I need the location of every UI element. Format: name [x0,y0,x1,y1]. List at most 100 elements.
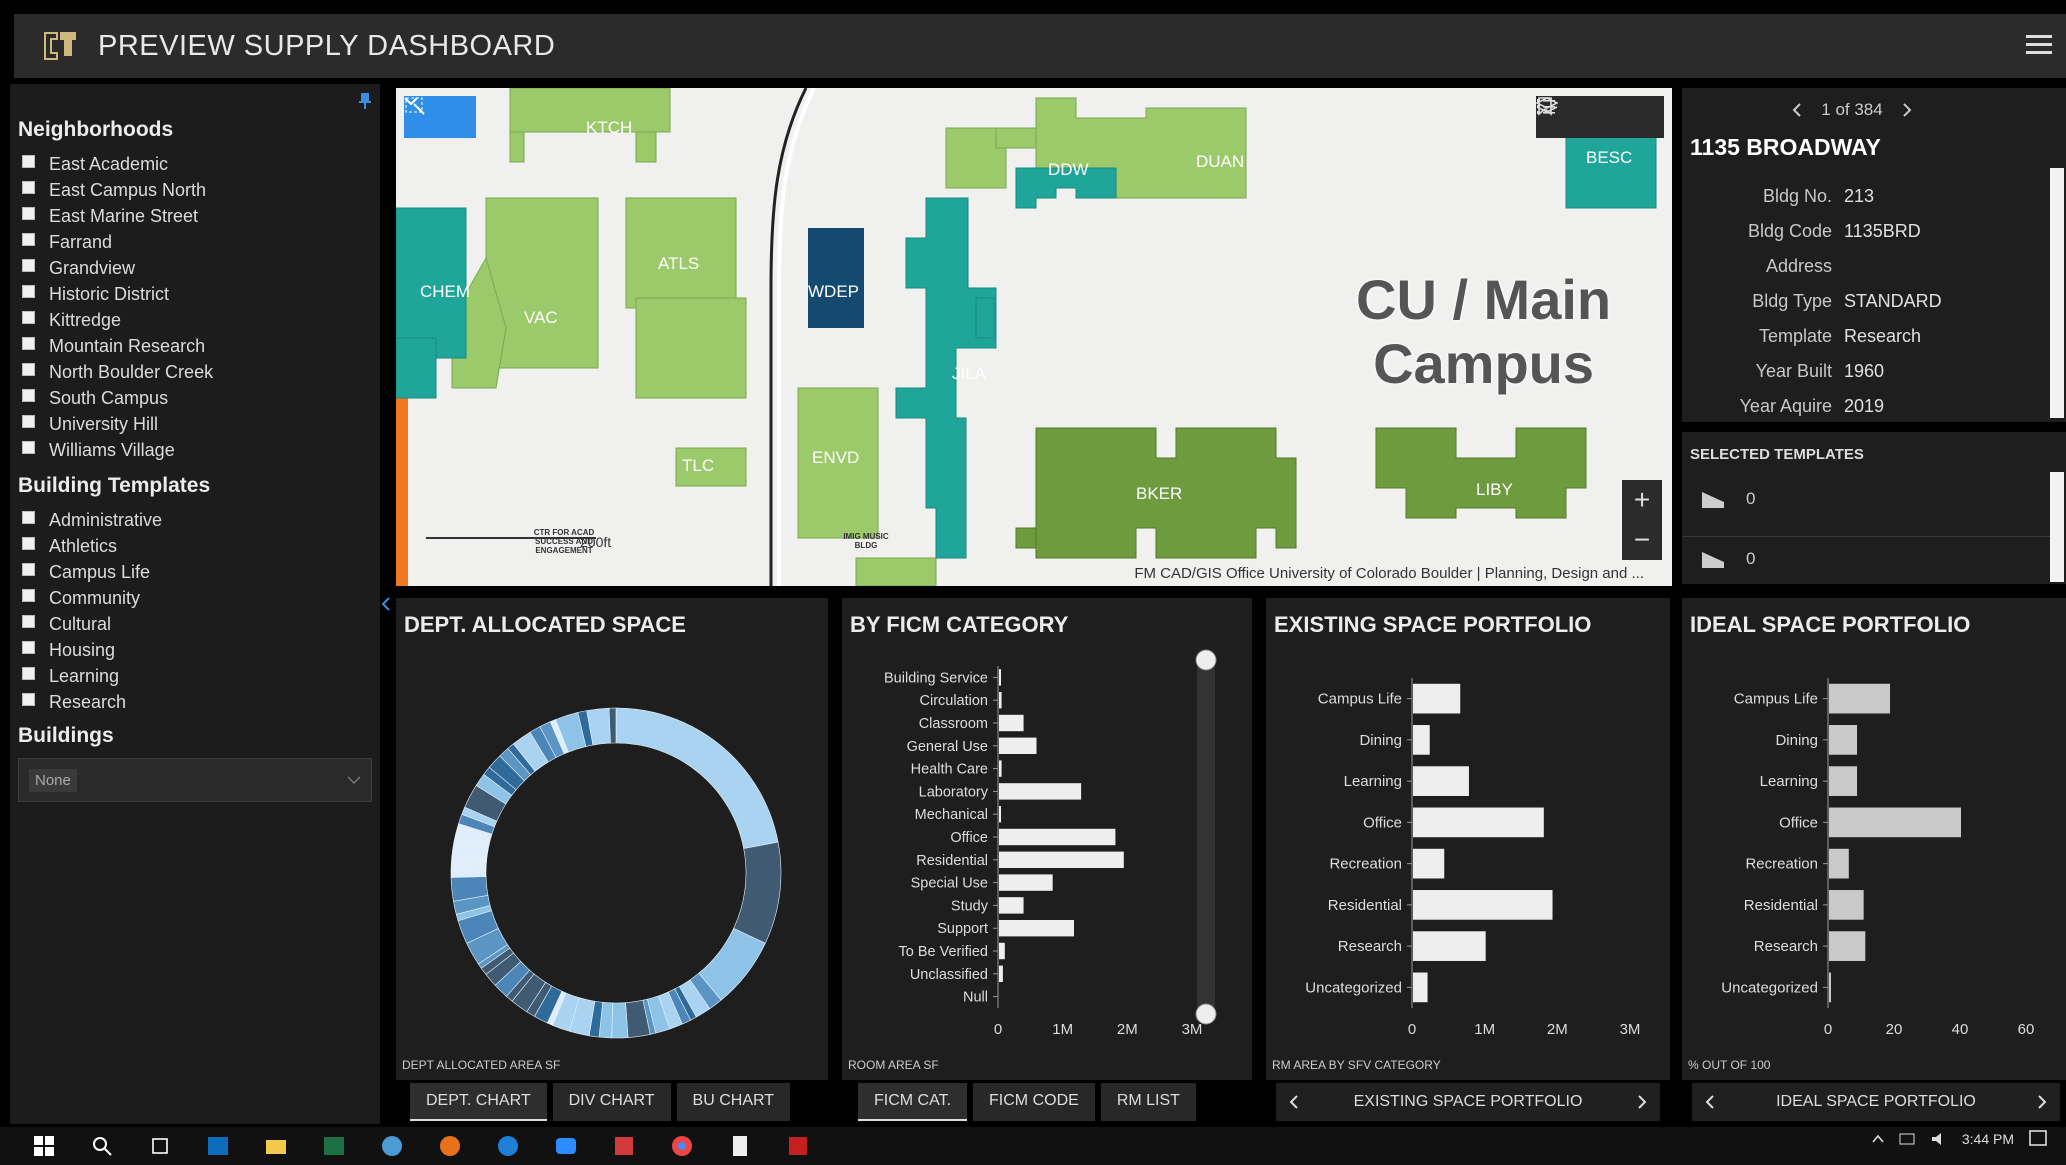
bar[interactable] [1829,972,1831,1003]
bar[interactable] [999,783,1082,800]
chrome-icon[interactable] [668,1132,696,1160]
neighborhood-south-campus[interactable]: South Campus [22,386,168,410]
checkbox[interactable] [22,562,35,576]
tab-ficm-cat[interactable]: FICM CAT. [858,1083,968,1121]
checkbox[interactable] [22,258,35,272]
clock[interactable]: 3:44 PM [1962,1131,2014,1148]
document-icon[interactable] [726,1132,754,1160]
bar[interactable] [1829,725,1858,755]
bar[interactable] [999,851,1124,869]
donut-slice[interactable] [733,841,782,944]
neighborhood-kittredge[interactable]: Kittredge [22,308,121,332]
tab-rm-list[interactable]: RM LIST [1100,1083,1196,1121]
checkbox[interactable] [22,440,35,454]
template-community[interactable]: Community [22,586,140,610]
pin-icon[interactable] [358,92,372,110]
checkbox[interactable] [22,536,35,550]
bar[interactable] [999,828,1116,846]
dept-donut-chart[interactable] [396,648,828,1048]
ideal-bar-chart[interactable]: Campus Life Dining Learning Office Recreatio… [1682,648,2066,1048]
bar[interactable] [1413,890,1553,920]
neighborhood-grandview[interactable]: Grandview [22,256,135,280]
bar[interactable] [1413,683,1461,714]
donut-slice[interactable] [608,707,617,744]
range-slider-handle[interactable] [1195,649,1217,671]
neighborhood-university-hill[interactable]: University Hill [22,412,158,436]
bar[interactable] [1413,848,1445,879]
red-app-icon[interactable] [610,1132,638,1160]
template-athletics[interactable]: Athletics [22,534,117,558]
templates-scrollbar[interactable] [2050,472,2064,582]
excel-icon[interactable] [320,1132,348,1160]
previous-chart-icon[interactable] [1704,1094,1716,1110]
buildings-select[interactable]: None [18,758,372,802]
map-select-tool[interactable] [404,96,476,138]
firefox-icon[interactable] [436,1132,464,1160]
zoom-app-icon[interactable] [552,1132,580,1160]
neighborhood-farrand[interactable]: Farrand [22,230,112,254]
bar[interactable] [1413,766,1469,796]
bar[interactable] [1829,931,1866,961]
existing-bar-chart[interactable]: Campus Life Dining Learning Office Recreatio… [1266,648,1670,1048]
notifications-icon[interactable] [2028,1129,2048,1149]
checkbox[interactable] [22,614,35,628]
chevron-down-icon[interactable] [404,96,476,138]
neighborhood-east-marine-street[interactable]: East Marine Street [22,204,198,228]
checkbox[interactable] [22,284,35,298]
neighborhood-williams-village[interactable]: Williams Village [22,438,175,462]
neighborhood-east-campus-north[interactable]: East Campus North [22,178,206,202]
template-housing[interactable]: Housing [22,638,115,662]
bar[interactable] [999,669,1001,686]
checkbox[interactable] [22,362,35,376]
bar[interactable] [1829,766,1858,796]
layers-icon[interactable] [1536,96,1558,116]
windows-start-icon[interactable] [30,1132,58,1160]
bar[interactable] [999,874,1053,891]
bar[interactable] [999,691,1002,709]
file-explorer-icon[interactable] [262,1132,290,1160]
zoom-in-button[interactable]: + [1622,480,1662,520]
checkbox[interactable] [22,666,35,680]
edge-icon[interactable] [494,1132,522,1160]
collapse-panel-icon[interactable] [380,596,392,612]
checkbox[interactable] [22,232,35,246]
bar[interactable] [1413,725,1430,755]
bar[interactable] [999,714,1024,732]
checkbox[interactable] [22,388,35,402]
template-cultural[interactable]: Cultural [22,612,111,636]
next-chart-icon[interactable] [2036,1094,2048,1110]
bar[interactable] [999,919,1075,937]
range-slider-track[interactable] [1197,652,1215,1022]
info-scrollbar[interactable] [2050,168,2064,418]
checkbox[interactable] [22,180,35,194]
zoom-out-button[interactable]: − [1622,520,1662,560]
tab-dept-chart[interactable]: DEPT. CHART [410,1083,547,1121]
ficm-bar-chart[interactable]: Building Service Circulation Classroom Gene… [842,648,1252,1048]
bar[interactable] [999,805,1001,823]
donut-slice[interactable] [450,869,487,878]
bar[interactable] [1413,972,1428,1003]
neighborhood-mountain-research[interactable]: Mountain Research [22,334,205,358]
bar[interactable] [999,965,1003,983]
chevron-up-icon[interactable] [1872,1134,1884,1144]
bar[interactable] [1413,807,1544,838]
globe-app-icon[interactable] [378,1132,406,1160]
tab-ficm-code[interactable]: FICM CODE [973,1083,1095,1121]
previous-record-icon[interactable] [1791,102,1803,118]
range-slider-handle[interactable] [1195,1003,1217,1025]
bar[interactable] [999,897,1024,914]
template-research[interactable]: Research [22,690,126,714]
tab-div-chart[interactable]: DIV CHART [552,1083,671,1121]
volume-icon[interactable] [1930,1131,1948,1147]
checkbox[interactable] [22,310,35,324]
campus-map[interactable]: KTCH DDW DUAN BESC CHEM VAC ATLS WDEP JI… [396,88,1672,586]
template-learning[interactable]: Learning [22,664,119,688]
checkbox[interactable] [22,692,35,706]
neighborhood-east-academic[interactable]: East Academic [22,152,168,176]
template-administrative[interactable]: Administrative [22,508,162,532]
bar[interactable] [999,737,1037,755]
checkbox[interactable] [22,336,35,350]
network-icon[interactable] [1898,1131,1916,1147]
checkbox[interactable] [22,640,35,654]
acrobat-icon[interactable] [784,1132,812,1160]
